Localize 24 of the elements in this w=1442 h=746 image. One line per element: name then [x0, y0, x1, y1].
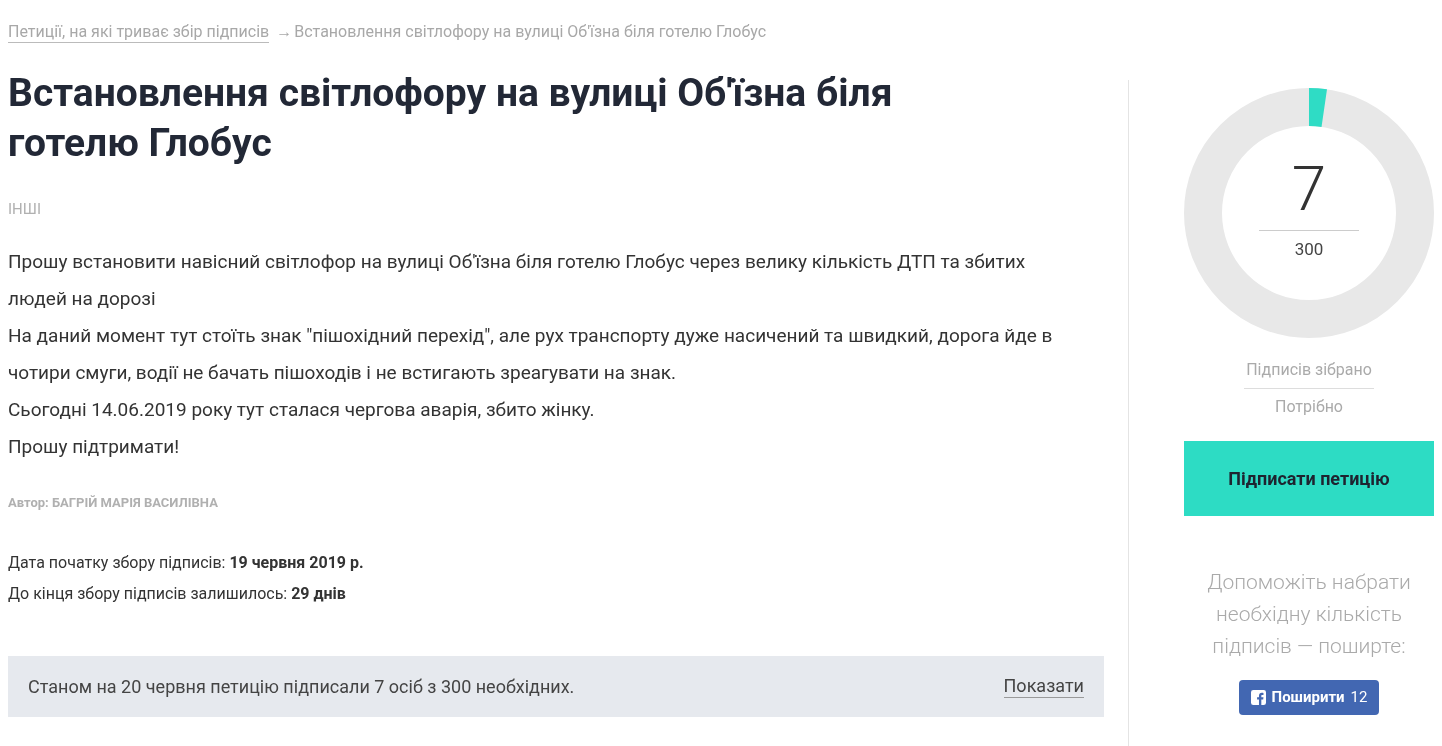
progress-ring-fill: [1308, 88, 1327, 127]
petition-paragraph: Прошу встановити навісний світлофор на вулиці Об'їзна біля готелю Глобус через велику кількість ДТП та збитих людей на дорозі: [8, 248, 1027, 312]
sign-button[interactable]: Підписати петицію: [1184, 441, 1434, 516]
share-label: Поширити: [1271, 687, 1345, 709]
category-label: ІНШІ: [8, 199, 42, 220]
petition-title: Встановлення світлофору на вулиці Об'їзна біля готелю Глобус: [8, 69, 894, 168]
petition-paragraph: На даний момент тут стоїть знак "пішохідний перехід", але рух транспорту дуже насичений та швидкий, дорога йде в чотири смуги, водії не бачать пішоходів і не встигають зреагувати на знак.: [8, 322, 1054, 386]
share-button[interactable]: Поширити 12: [1238, 680, 1380, 715]
petition-paragraph: Прошу підтримати!: [8, 433, 181, 460]
status-text: Станом на 20 червня петицію підписали 7 осіб з 300 необхідних.: [28, 675, 575, 699]
breadcrumb-arrow: →: [276, 21, 293, 43]
required-count: 300: [1294, 237, 1324, 261]
petition-paragraph: Сьогодні 14.06.2019 року тут сталася чергова аварія, збито жінку.: [8, 396, 596, 423]
breadcrumb-current: Встановлення світлофору на вулиці Об'їзна біля готелю Глобус: [294, 21, 767, 43]
required-label: Потрібно: [1275, 396, 1343, 418]
collected-count: 7: [1291, 153, 1327, 224]
show-link[interactable]: Показати: [1003, 675, 1084, 698]
share-count: 12: [1350, 687, 1368, 709]
share-prompt: Допоможіть набрати необхідну кількість підписів — поширте:: [1206, 569, 1412, 660]
collected-label: Підписів зібрано: [1244, 358, 1374, 389]
date-info: Дата початку збору підписів: 19 червня 2019 р.: [8, 552, 365, 574]
facebook-icon: [1250, 690, 1266, 705]
author-label: Автор: БАГРІЙ МАРІЯ ВАСИЛІВНА: [8, 493, 219, 512]
date-info: До кінця збору підписів залишилось: 29 днів: [8, 583, 347, 605]
